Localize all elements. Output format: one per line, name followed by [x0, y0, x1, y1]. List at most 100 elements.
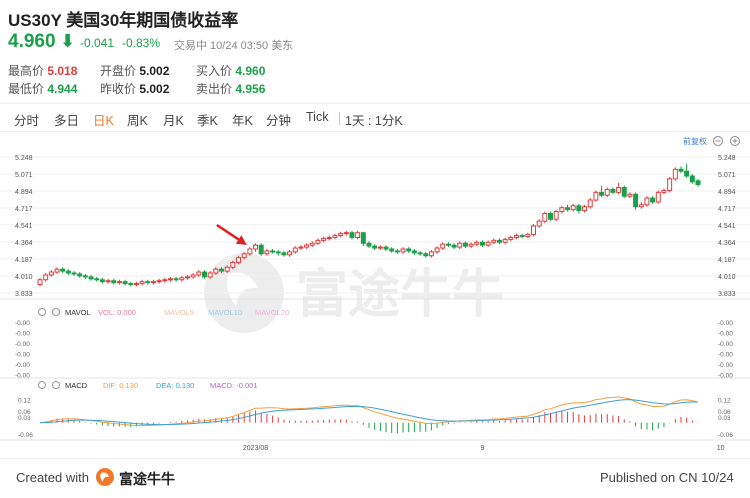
tab-intraday[interactable]: 分时: [14, 110, 39, 129]
volume-visibility-icon[interactable]: [52, 308, 60, 316]
macd-tick-label: 0.12: [18, 398, 31, 405]
y-tick-label-right: 4.364: [718, 240, 736, 247]
candle-body: [281, 252, 287, 256]
candle-body: [570, 205, 576, 211]
candle: [377, 245, 383, 250]
candle-body: [496, 239, 502, 243]
vol-tick-label: -0.00: [15, 320, 30, 327]
volume-legend-ma5: MAVOL5: [164, 308, 194, 317]
macd-dea-line: [39, 399, 699, 426]
y-tick-label-right: 4.717: [718, 206, 736, 213]
candle: [440, 242, 446, 250]
quote-bid: 买入价 4.960: [196, 64, 266, 78]
candle-body: [253, 244, 259, 250]
candle: [253, 243, 259, 252]
tab-interval[interactable]: 1天 : 1分K: [345, 110, 403, 129]
candle-body: [133, 283, 139, 286]
candle: [474, 240, 480, 247]
candle: [519, 233, 525, 239]
tab-quarterly-k[interactable]: 季K: [197, 110, 218, 129]
candle: [479, 240, 485, 248]
tab-tick[interactable]: Tick: [306, 110, 328, 124]
candle-body: [559, 207, 565, 213]
y-tick-label-right: 4.894: [718, 189, 736, 196]
candle-body: [162, 279, 168, 282]
y-tick-label-left: 4.541: [15, 223, 33, 230]
candle-body: [145, 281, 151, 284]
y-tick-label-left: 4.894: [15, 189, 33, 196]
candle: [298, 245, 304, 250]
candle: [582, 204, 588, 213]
candle: [258, 243, 264, 256]
candle: [672, 167, 678, 181]
candle: [128, 281, 134, 287]
vol-tick-label: -0.00: [15, 331, 30, 338]
candle: [150, 279, 156, 285]
candle-body: [695, 180, 701, 186]
candle: [264, 249, 270, 256]
candle: [616, 182, 622, 195]
candle-body: [116, 281, 122, 284]
candle: [389, 247, 395, 253]
candle-body: [672, 168, 678, 180]
candle: [633, 192, 639, 210]
current-price: 4.960: [8, 31, 56, 52]
macd-visibility-icon[interactable]: [52, 381, 60, 389]
tab-yearly-k[interactable]: 年K: [232, 110, 253, 129]
candle: [304, 243, 310, 250]
zoom-out-icon[interactable]: [713, 136, 723, 146]
candle-body: [451, 244, 457, 248]
candle: [468, 242, 474, 249]
y-tick-label-left: 5.248: [15, 155, 33, 162]
candle: [604, 187, 610, 198]
vol-tick-label: -0.00: [718, 352, 733, 359]
vol-tick-label: -0.00: [718, 341, 733, 348]
candle: [496, 238, 502, 245]
tab-minute[interactable]: 分钟: [266, 110, 291, 129]
candle-body: [638, 204, 644, 208]
volume-legend-vol: VOL: 0.000: [98, 308, 136, 317]
candle: [655, 190, 661, 204]
zoom-in-icon[interactable]: [730, 136, 740, 146]
candle: [133, 281, 139, 287]
y-tick-label-left: 5.071: [15, 172, 33, 179]
candle: [139, 279, 145, 286]
candle-body: [99, 279, 105, 283]
tab-weekly-k[interactable]: 周K: [127, 110, 148, 129]
candle: [423, 251, 429, 258]
y-tick-label-left: 4.187: [15, 257, 33, 264]
adjust-label[interactable]: 前复权: [683, 136, 707, 146]
candle: [445, 242, 451, 248]
candle-body: [156, 280, 162, 283]
macd-legend-dea: DEA: 0.130: [156, 381, 194, 390]
candle: [292, 246, 298, 254]
candle-body: [650, 197, 656, 203]
candle-body: [338, 233, 344, 237]
macd-tick-label: -0.06: [718, 432, 733, 439]
candle-body: [565, 207, 571, 211]
volume-settings-icon[interactable]: [38, 308, 46, 316]
tab-multi-day[interactable]: 多日: [54, 110, 79, 129]
candle-body: [678, 168, 684, 172]
candle-body: [616, 187, 622, 193]
candle-body: [627, 193, 633, 197]
candle: [71, 271, 77, 276]
candle: [338, 231, 344, 238]
vol-tick-label: -0.00: [15, 362, 30, 369]
chart-area: 前复权 富途牛牛 5.248 5.248 5.071 5.071 4.894 4.894 4…: [0, 136, 750, 452]
candle: [491, 238, 497, 245]
tab-daily-k[interactable]: 日K: [93, 110, 114, 129]
candle: [355, 230, 361, 240]
candle: [570, 203, 576, 212]
candle-body: [434, 247, 440, 253]
macd-settings-icon[interactable]: [38, 381, 46, 389]
candle: [94, 276, 100, 282]
candle: [145, 279, 151, 285]
footer-created: Created with: [16, 470, 89, 485]
candle-body: [394, 250, 400, 253]
candle: [111, 278, 117, 285]
candle-body: [37, 279, 43, 286]
candle-body: [485, 241, 491, 246]
candle: [485, 240, 491, 248]
tab-monthly-k[interactable]: 月K: [163, 110, 184, 129]
